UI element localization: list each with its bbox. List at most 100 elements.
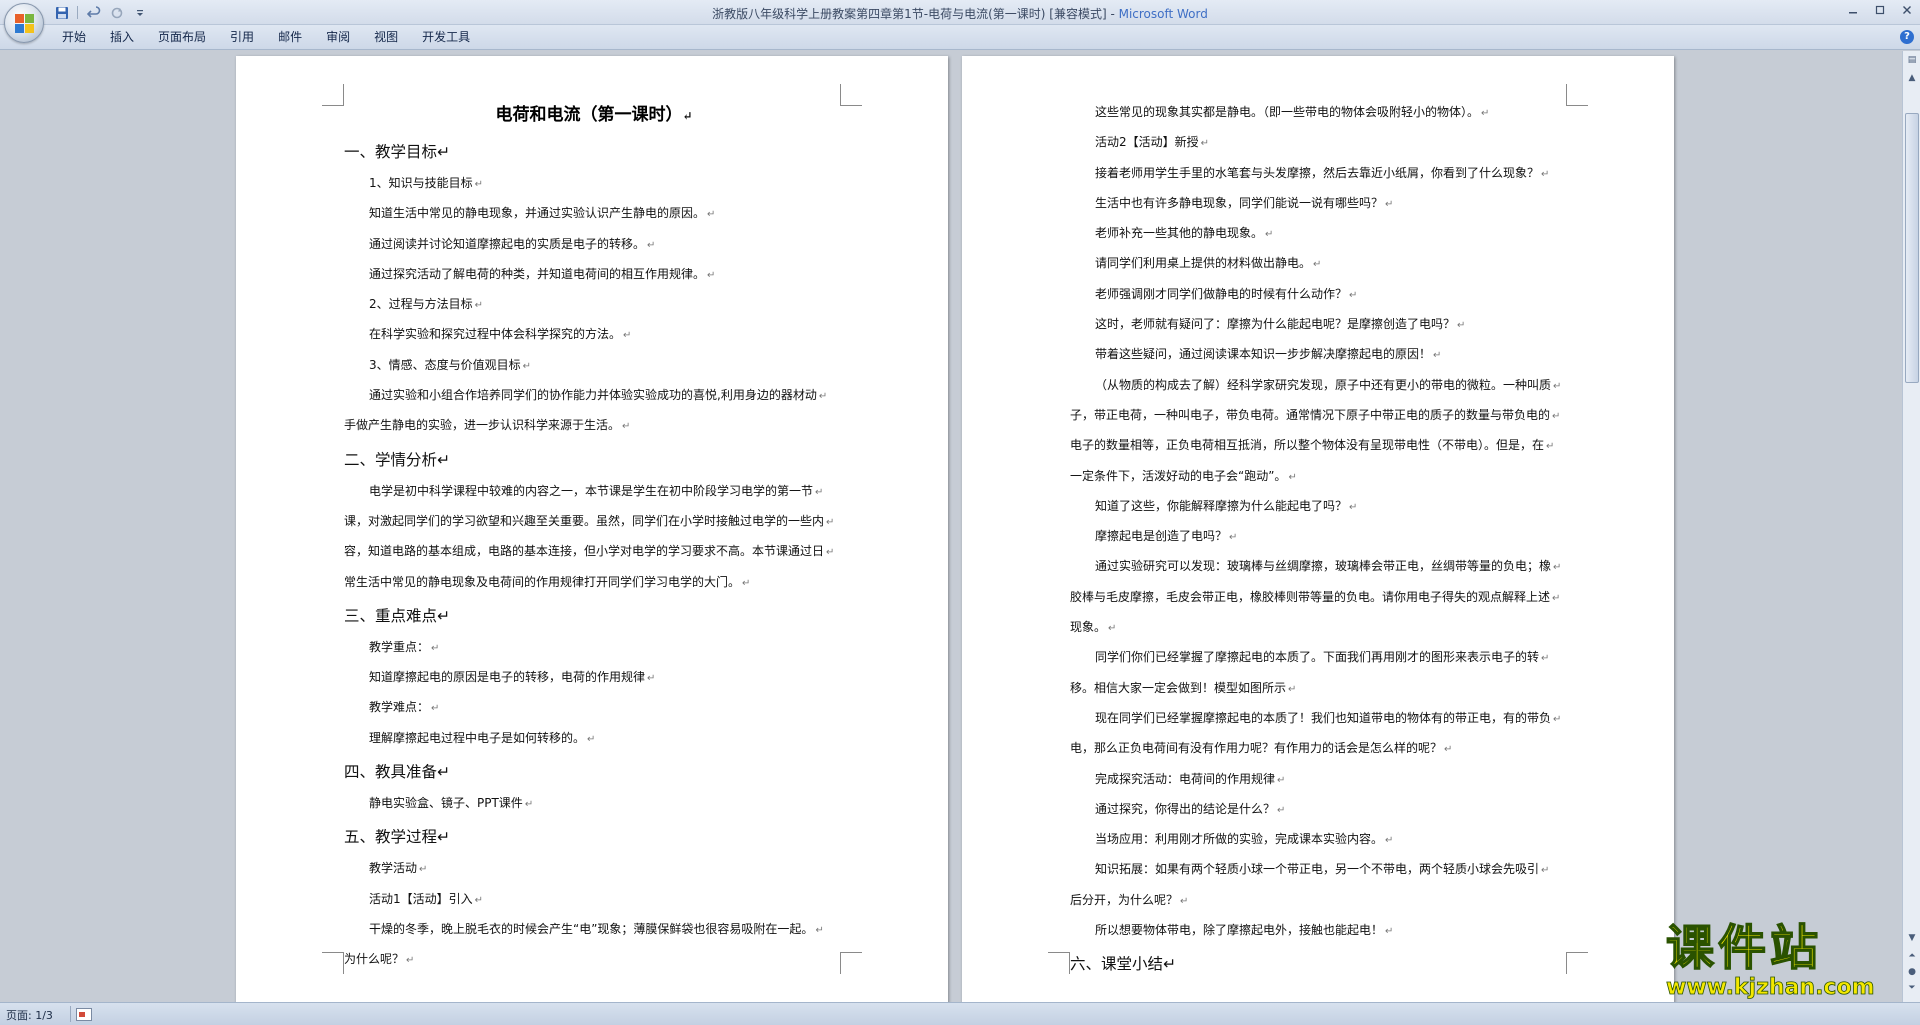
- section-heading[interactable]: 六、课堂小结↵: [1070, 946, 1570, 981]
- paragraph-line[interactable]: 通过阅读并讨论知道摩擦起电的实质是电子的转移。 ↵: [344, 230, 844, 260]
- paragraph-line[interactable]: 教学难点： ↵: [344, 693, 844, 723]
- document-canvas[interactable]: 电荷和电流（第一课时）↵ 一、教学目标↵ 1、知识与技能目标 ↵ 知道生活中常见的静电…: [0, 51, 1902, 1002]
- paragraph-line[interactable]: 知道生活中常见的静电现象，并通过实验认识产生静电的原因。 ↵: [344, 199, 844, 229]
- paragraph-mark: ↵: [1481, 108, 1490, 119]
- paragraph-line[interactable]: 知道摩擦起电的原因是电子的转移，电荷的作用规律 ↵: [344, 663, 844, 693]
- paragraph-mark: ↵: [1541, 168, 1550, 180]
- paragraph-line[interactable]: 为什么呢？ ↵: [344, 945, 844, 975]
- section-heading[interactable]: 五、教学过程↵: [344, 819, 844, 854]
- paragraph-mark: ↵: [1163, 955, 1177, 974]
- ruler-toggle-icon[interactable]: ▤: [1905, 53, 1919, 67]
- tab-2[interactable]: 页面布局: [146, 25, 218, 50]
- paragraph-line[interactable]: 一定条件下，活泼好动的电子会“跑动”。 ↵: [1070, 462, 1570, 492]
- paragraph-line[interactable]: 完成探究活动：电荷间的作用规律 ↵: [1070, 765, 1570, 795]
- tab-5[interactable]: 审阅: [314, 25, 362, 50]
- paragraph-line[interactable]: 电子的数量相等，正负电荷相互抵消，所以整个物体没有呈现带电性（不带电）。但是，在…: [1070, 431, 1570, 461]
- previous-page-icon[interactable]: ⏶: [1905, 949, 1919, 963]
- paragraph-line[interactable]: 这些常见的现象其实都是静电。（即一些带电的物体会吸附轻小的物体）。 ↵: [1070, 98, 1570, 128]
- paragraph-line[interactable]: 电学是初中科学课程中较难的内容之一，本节课是学生在初中阶段学习电学的第一节 ↵: [344, 477, 844, 507]
- select-browse-object-icon[interactable]: ●: [1905, 965, 1919, 979]
- paragraph-line[interactable]: 1、知识与技能目标 ↵: [344, 169, 844, 199]
- paragraph-mark: ↵: [1200, 138, 1210, 150]
- paragraph-line[interactable]: 子，带正电荷，一种叫电子，带负电荷。通常情况下原子中带正电的质子的数量与带负电的…: [1070, 401, 1570, 431]
- tab-6[interactable]: 视图: [362, 25, 410, 50]
- page-1-content[interactable]: 电荷和电流（第一课时）↵ 一、教学目标↵ 1、知识与技能目标 ↵ 知道生活中常见的静电…: [344, 94, 844, 976]
- vertical-scrollbar[interactable]: ▤ ▲ ▼ ⏶ ● ⏷: [1902, 51, 1920, 1002]
- paragraph-line[interactable]: 通过实验和小组合作培养同学们的协作能力并体验实验成功的喜悦,利用身边的器材动 ↵: [344, 381, 844, 411]
- paragraph-line[interactable]: 移。相信大家一定会做到！模型如图所示 ↵: [1070, 674, 1570, 704]
- paragraph-line[interactable]: 理解摩擦起电过程中电子是如何转移的。 ↵: [344, 724, 844, 754]
- paragraph-line[interactable]: 干燥的冬季，晚上脱毛衣的时候会产生“电”现象；薄膜保鲜袋也很容易吸附在一起。 ↵: [344, 915, 844, 945]
- scrollbar-thumb[interactable]: [1905, 113, 1919, 383]
- paragraph-mark: ↵: [437, 763, 451, 782]
- paragraph-line[interactable]: 通过实验研究可以发现：玻璃棒与丝绸摩擦，玻璃棒会带正电，丝绸带等量的负电；橡 ↵: [1070, 552, 1570, 582]
- page-2-paragraphs[interactable]: 这些常见的现象其实都是静电。（即一些带电的物体会吸附轻小的物体）。 ↵ 活动2【活动…: [1070, 98, 1570, 981]
- paragraph-line[interactable]: 容，知道电路的基本组成，电路的基本连接，但小学对电学的学习要求不高。本节课通过日…: [344, 537, 844, 567]
- office-button[interactable]: [4, 3, 44, 43]
- paragraph-line[interactable]: 知道了这些，你能解释摩擦为什么能起电了吗？ ↵: [1070, 492, 1570, 522]
- page-2-content[interactable]: 这些常见的现象其实都是静电。（即一些带电的物体会吸附轻小的物体）。 ↵ 活动2【活动…: [1070, 98, 1570, 981]
- paragraph-line[interactable]: 课，对激起同学们的学习欲望和兴趣至关重要。虽然，同学们在小学时接触过电学的一些内…: [344, 507, 844, 537]
- minimize-icon[interactable]: [1839, 0, 1866, 20]
- line-text: 静电实验盒、镜子、PPT课件: [369, 796, 523, 811]
- scroll-down-icon[interactable]: ▼: [1905, 931, 1919, 945]
- maximize-icon[interactable]: [1866, 0, 1893, 20]
- paragraph-line[interactable]: 3、情感、态度与价值观目标 ↵: [344, 351, 844, 381]
- paragraph-line[interactable]: 所以想要物体带电，除了摩擦起电外，接触也能起电！ ↵: [1070, 916, 1570, 946]
- tab-4[interactable]: 邮件: [266, 25, 314, 50]
- paragraph-line[interactable]: 后分开，为什么呢？ ↵: [1070, 886, 1570, 916]
- paragraph-line[interactable]: 胶棒与毛皮摩擦，毛皮会带正电，橡胶棒则带等量的负电。请你用电子得失的观点解释上述…: [1070, 583, 1570, 613]
- line-text: 三、重点难点: [344, 606, 438, 625]
- paragraph-line[interactable]: 老师补充一些其他的静电现象。 ↵: [1070, 219, 1570, 249]
- proofing-icon[interactable]: [76, 1008, 92, 1021]
- page-count[interactable]: 页面: 1/3: [6, 1007, 53, 1023]
- document-title[interactable]: 电荷和电流（第一课时）↵: [344, 94, 844, 136]
- line-text: 2、过程与方法目标: [369, 297, 473, 312]
- paragraph-line[interactable]: 常生活中常见的静电现象及电荷间的作用规律打开同学们学习电学的大门。 ↵: [344, 568, 844, 598]
- paragraph-line[interactable]: 电，那么正负电荷间有没有作用力呢？有作用力的话会是怎么样的呢？ ↵: [1070, 734, 1570, 764]
- paragraph-line[interactable]: 教学活动 ↵: [344, 854, 844, 884]
- paragraph-line[interactable]: 通过探究，你得出的结论是什么？ ↵: [1070, 795, 1570, 825]
- page-1-paragraphs[interactable]: 一、教学目标↵ 1、知识与技能目标 ↵ 知道生活中常见的静电现象，并通过实验认识产生静…: [344, 136, 844, 976]
- paragraph-line[interactable]: 知识拓展：如果有两个轻质小球一个带正电，另一个不带电，两个轻质小球会先吸引 ↵: [1070, 855, 1570, 885]
- paragraph-mark: ↵: [1541, 865, 1550, 877]
- paragraph-line[interactable]: 2、过程与方法目标 ↵: [344, 290, 844, 320]
- paragraph-line[interactable]: 现象。 ↵: [1070, 613, 1570, 643]
- help-icon[interactable]: ?: [1900, 30, 1914, 44]
- section-heading[interactable]: 一、教学目标↵: [344, 136, 844, 169]
- paragraph-line[interactable]: 请同学们利用桌上提供的材料做出静电。 ↵: [1070, 249, 1570, 279]
- page-2[interactable]: 这些常见的现象其实都是静电。（即一些带电的物体会吸附轻小的物体）。 ↵ 活动2【活动…: [962, 56, 1674, 1002]
- paragraph-line[interactable]: 活动2【活动】新授 ↵: [1070, 128, 1570, 158]
- paragraph-line[interactable]: 当场应用：利用刚才所做的实验，完成课本实验内容。 ↵: [1070, 825, 1570, 855]
- paragraph-line[interactable]: 同学们你们已经掌握了摩擦起电的本质了。下面我们再用刚才的图形来表示电子的转 ↵: [1070, 643, 1570, 673]
- tab-0[interactable]: 开始: [50, 25, 98, 50]
- paragraph-line[interactable]: 老师强调刚才同学们做静电的时候有什么动作？ ↵: [1070, 280, 1570, 310]
- section-heading[interactable]: 三、重点难点↵: [344, 598, 844, 633]
- tab-3[interactable]: 引用: [218, 25, 266, 50]
- paragraph-line[interactable]: 现在同学们已经掌握摩擦起电的本质了！我们也知道带电的物体有的带正电，有的带负 ↵: [1070, 704, 1570, 734]
- paragraph-line[interactable]: 教学重点： ↵: [344, 633, 844, 663]
- paragraph-line[interactable]: 生活中也有许多静电现象，同学们能说一说有哪些吗？ ↵: [1070, 189, 1570, 219]
- paragraph-line[interactable]: 带着这些疑问，通过阅读课本知识一步步解决摩擦起电的原因！ ↵: [1070, 340, 1570, 370]
- paragraph-line[interactable]: 静电实验盒、镜子、PPT课件 ↵: [344, 789, 844, 819]
- paragraph-line[interactable]: 手做产生静电的实验，进一步认识科学来源于生活。 ↵: [344, 411, 844, 441]
- paragraph-line[interactable]: 活动1【活动】引入 ↵: [344, 885, 844, 915]
- page-1[interactable]: 电荷和电流（第一课时）↵ 一、教学目标↵ 1、知识与技能目标 ↵ 知道生活中常见的静电…: [236, 56, 948, 1002]
- paragraph-line[interactable]: 接着老师用学生手里的水笔套与头发摩擦，然后去靠近小纸屑，你看到了什么现象？ ↵: [1070, 159, 1570, 189]
- paragraph-line[interactable]: （从物质的构成去了解）经科学家研究发现，原子中还有更小的带电的微粒。一种叫质 ↵: [1070, 371, 1570, 401]
- tab-1[interactable]: 插入: [98, 25, 146, 50]
- section-heading[interactable]: 四、教具准备↵: [344, 754, 844, 789]
- section-heading[interactable]: 二、学情分析↵: [344, 442, 844, 477]
- next-page-icon[interactable]: ⏷: [1905, 981, 1919, 995]
- paragraph-line[interactable]: 摩擦起电是创造了电吗？ ↵: [1070, 522, 1570, 552]
- paragraph-line[interactable]: 通过探究活动了解电荷的种类，并知道电荷间的相互作用规律。 ↵: [344, 260, 844, 290]
- scroll-up-icon[interactable]: ▲: [1905, 71, 1919, 85]
- close-icon[interactable]: [1893, 0, 1920, 20]
- paragraph-mark: ↵: [818, 391, 828, 403]
- line-text: 通过探究活动了解电荷的种类，并知道电荷间的相互作用规律。: [369, 266, 706, 281]
- line-text: 接着老师用学生手里的水笔套与头发摩擦，然后去靠近小纸屑，你看到了什么现象？: [1095, 165, 1540, 180]
- paragraph-line[interactable]: 这时，老师就有疑问了：摩擦为什么能起电呢？是摩擦创造了电吗？ ↵: [1070, 310, 1570, 340]
- tab-7[interactable]: 开发工具: [410, 25, 482, 50]
- paragraph-line[interactable]: 在科学实验和探究过程中体会科学探究的方法。 ↵: [344, 320, 844, 350]
- app-name: Microsoft Word: [1118, 7, 1208, 21]
